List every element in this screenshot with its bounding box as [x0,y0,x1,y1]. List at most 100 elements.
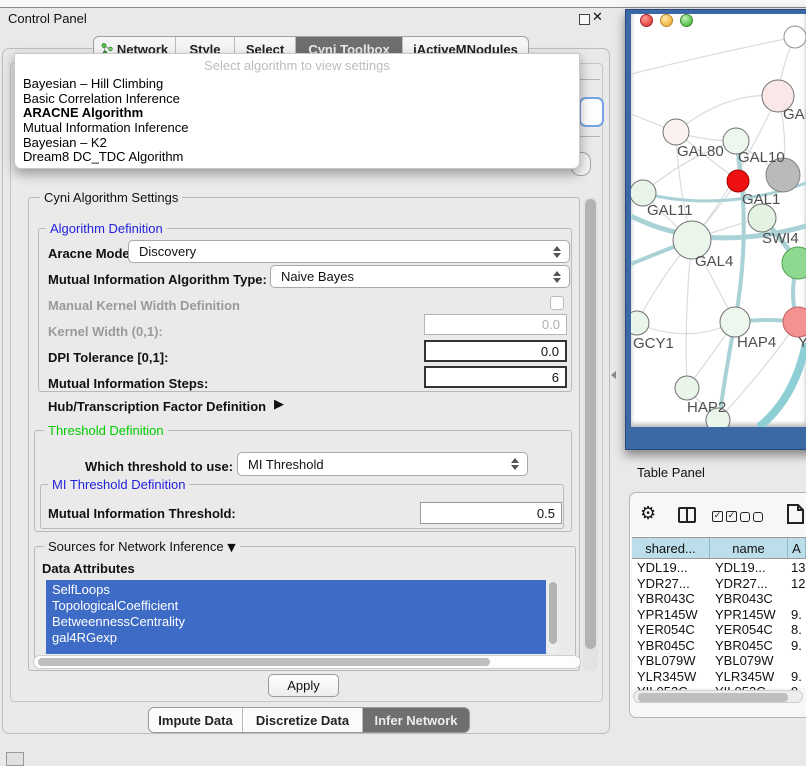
node-label: HAP4 [737,334,776,351]
table-column-header[interactable]: A [788,538,806,558]
bottom-corner-icon[interactable] [6,752,24,766]
table-cell: 9. [788,607,806,622]
table-header-row: shared...nameA [632,537,806,559]
settings-vscrollbar[interactable] [583,197,598,671]
table-cell: YPR145W [632,607,710,622]
table-cell: 13 [788,560,806,575]
table-cell: YDL19... [632,560,710,575]
network-node[interactable] [663,119,689,145]
table-row[interactable]: YDL19...YDL19...13 [632,560,806,576]
network-node[interactable] [782,247,806,279]
table-cell: 9. [788,638,806,653]
table-cell: YLR345W [632,669,710,684]
apply-button[interactable]: Apply [268,674,339,697]
combo-spinner-icon [511,458,519,470]
table-row[interactable]: YPR145WYPR145W9. [632,607,806,623]
network-node[interactable] [748,204,776,232]
float-window-icon[interactable] [579,14,590,25]
attributes-scrollbar[interactable] [547,580,558,654]
table-row[interactable]: YBR043CYBR043C [632,591,806,607]
attribute-item[interactable]: BetweennessCentrality [52,614,185,630]
which-threshold-combo[interactable]: MI Threshold [237,452,528,476]
tab-infer-network[interactable]: Infer Network [362,708,469,732]
table-row[interactable]: YLR345WYLR345W9. [632,669,806,685]
table-cell: YBR043C [632,591,710,606]
table-cell: YPR145W [710,607,788,622]
mi-steps-input[interactable]: 6 [424,366,567,388]
hub-definition-label: Hub/Transcription Factor Definition [48,399,266,414]
table-row[interactable]: YBL079WYBL079W [632,653,806,669]
table-cell: YER054C [632,622,710,637]
table-cell: YLR345W [710,669,788,684]
table-column-header[interactable]: name [710,538,788,558]
bottom-tabbar: Impute Data Discretize Data Infer Networ… [148,707,470,733]
data-attributes-list: SelfLoopsTopologicalCoefficientBetweenne… [46,580,546,654]
dpi-tolerance-input[interactable]: 0.0 [424,340,567,362]
mi-steps-label: Mutual Information Steps: [48,376,208,391]
network-node[interactable] [727,170,749,192]
combo-spinner-icon [553,271,561,283]
node-label: GAL11 [647,202,693,219]
node-label: GAL10 [738,149,785,166]
aracne-mode-combo[interactable]: Discovery [128,240,570,263]
algorithm-option[interactable]: Dream8 DC_TDC Algorithm [23,149,183,163]
table-row[interactable]: YDR27...YDR27...12 [632,576,806,592]
mi-type-combo[interactable]: Naive Bayes [270,265,570,288]
mi-threshold-input[interactable]: 0.5 [420,502,562,524]
algorithm-option[interactable]: ARACNE Algorithm [23,105,143,119]
table-row[interactable]: YER054CYER054C8. [632,622,806,638]
combo-spinner-icon [553,246,561,258]
kernel-width-input[interactable]: 0.0 [424,314,567,335]
algorithm-option[interactable]: Bayesian – Hill Climbing [23,76,163,90]
network-graph[interactable]: GAL7GAL80GAL10GAL11GAL1SWI4GAL4GCY1HAP4Y… [631,14,806,427]
network-node[interactable] [631,311,649,335]
network-node[interactable] [675,376,699,400]
select-all-checks-icon[interactable]: ✓✓ [712,511,737,522]
table-column-header[interactable]: shared... [632,538,710,558]
algorithm-option[interactable]: Mutual Information Inference [23,120,188,134]
node-label: GAL7 [783,106,806,123]
table-cell: YBR045C [710,638,788,653]
table-cell: YDR27... [710,576,788,591]
collapse-icon[interactable]: ▼ [227,541,235,554]
gear-icon[interactable]: ⚙ [640,503,656,524]
aracne-mode-label: Aracne Mode: [48,246,134,261]
hub-expander-icon[interactable]: ▶ [274,397,284,412]
hidden-combo-sliver [579,97,604,127]
new-table-document-icon[interactable] [786,503,806,525]
top-strip [0,0,806,8]
table-cell: YBL079W [710,653,788,668]
mi-type-label: Mutual Information Algorithm Type: [48,272,267,287]
network-canvas[interactable]: GAL7GAL80GAL10GAL11GAL1SWI4GAL4GCY1HAP4Y… [631,14,806,427]
split-columns-icon[interactable] [678,507,696,523]
node-label: Y [798,334,806,351]
network-edge[interactable] [759,343,806,427]
table-cell: 8. [788,622,806,637]
table-row[interactable]: YBR045CYBR045C9. [632,638,806,654]
settings-hscrollbar[interactable] [33,655,581,669]
manual-kernel-checkbox[interactable] [550,296,564,310]
network-edge[interactable] [631,37,795,74]
network-edge[interactable] [735,141,744,322]
mi-threshold-definition-title: MI Threshold Definition [48,477,189,492]
which-threshold-label: Which threshold to use: [85,459,233,474]
attribute-item[interactable]: gal4RGexp [52,630,117,646]
panel-resize-grip[interactable] [611,371,616,379]
algorithm-dropdown-popup: Select algorithm to view settings Bayesi… [14,53,580,169]
network-node[interactable] [720,307,750,337]
attribute-item[interactable]: TopologicalCoefficient [52,598,178,614]
node-label: GAL4 [695,253,733,270]
node-label: GCY1 [633,335,674,352]
attribute-item[interactable]: SelfLoops [52,582,110,598]
algorithm-option[interactable]: Bayesian – K2 [23,135,107,149]
network-node[interactable] [784,26,806,48]
network-edge[interactable] [686,240,692,388]
network-node[interactable] [783,307,806,337]
tab-impute-data[interactable]: Impute Data [149,708,242,732]
table-hscrollbar[interactable] [633,690,803,703]
deselect-all-checks-icon[interactable] [740,512,763,522]
algorithm-option[interactable]: Basic Correlation Inference [23,91,180,105]
kernel-width-label: Kernel Width (0,1): [48,324,163,339]
tab-discretize-data[interactable]: Discretize Data [242,708,362,732]
close-icon[interactable]: ✕ [592,10,603,25]
